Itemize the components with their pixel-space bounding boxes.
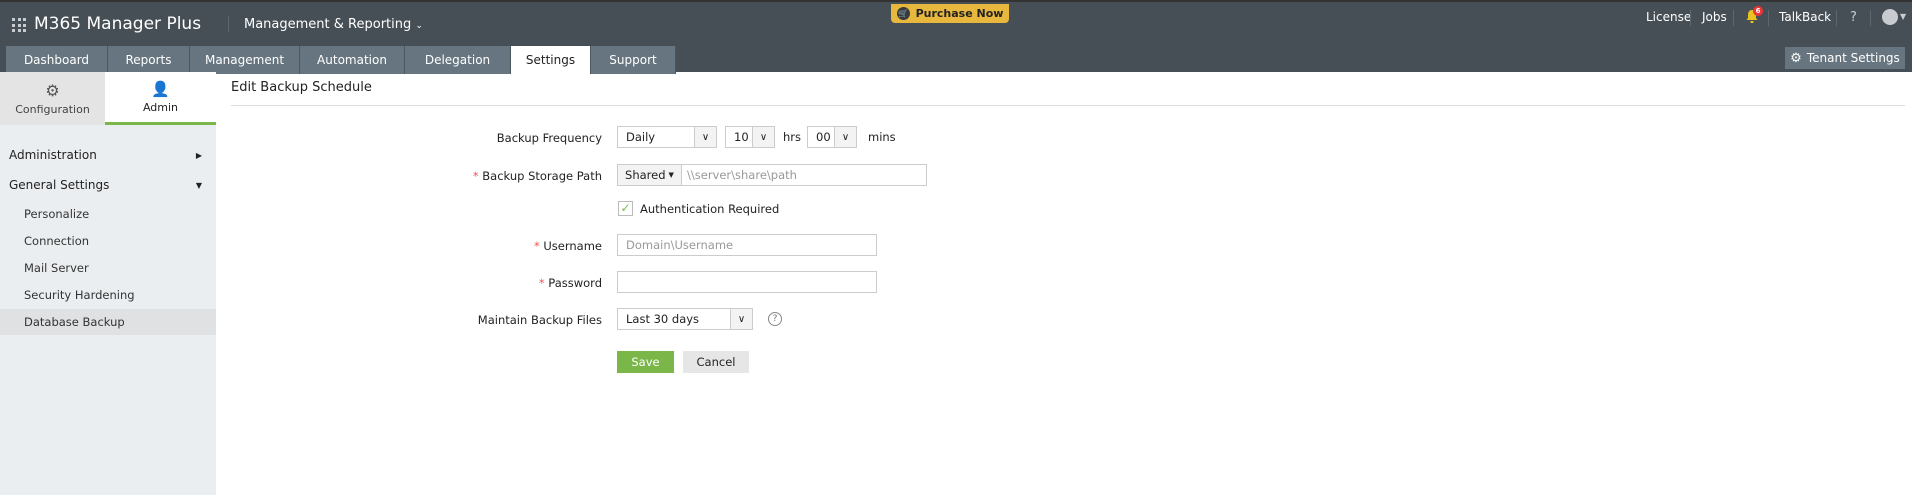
password-label: * Password (302, 276, 602, 290)
admin-label: Admin (142, 101, 179, 114)
cart-icon: 🛒 (896, 7, 910, 20)
section-label: Administration (9, 148, 97, 162)
tab-reports[interactable]: Reports (108, 46, 190, 74)
sidebar-section-general-settings[interactable]: General Settings ▼ (0, 172, 216, 198)
license-link[interactable]: License (1646, 10, 1691, 24)
tab-management[interactable]: Management (190, 46, 300, 74)
cancel-button[interactable]: Cancel (683, 351, 749, 373)
backup-storage-path-label: * Backup Storage Path (302, 169, 602, 183)
backup-frequency-label: Backup Frequency (496, 131, 602, 145)
sidebar-item-security-hardening[interactable]: Security Hardening (0, 282, 216, 308)
sidebar: ⚙ Configuration 👤 Admin Administration ▶ Ge… (0, 72, 216, 495)
maintain-backup-select[interactable]: Last 30 days ∨ (617, 308, 753, 330)
tab-delegation[interactable]: Delegation (405, 46, 511, 74)
minutes-value: 00 (816, 130, 831, 144)
username-label: * Username (302, 239, 602, 253)
module-label: Management & Reporting (244, 17, 412, 32)
gear-icon: ⚙ (45, 81, 60, 100)
configuration-label: Configuration (15, 103, 90, 116)
user-icon: 👤 (151, 80, 170, 98)
required-mark: * (533, 239, 540, 253)
auth-required-checkbox[interactable]: ✓ (618, 201, 633, 216)
tenant-settings-label: Tenant Settings (1806, 51, 1900, 65)
storage-type-value: Shared (625, 168, 666, 182)
talkback-link[interactable]: TalkBack (1779, 10, 1831, 24)
auth-required-label: Authentication Required (640, 202, 780, 216)
hrs-unit: hrs (783, 130, 802, 144)
module-switcher[interactable]: Management & Reporting ⌄ (244, 17, 423, 32)
caret-right-icon: ▶ (195, 150, 202, 160)
section-label: General Settings (9, 178, 110, 192)
chevron-down-icon: ∨ (694, 127, 716, 147)
divider (1836, 10, 1837, 26)
storage-type-dropdown[interactable]: Shared ▼ (618, 165, 682, 185)
jobs-link[interactable]: Jobs (1702, 10, 1727, 24)
page-title: Edit Backup Schedule (231, 80, 372, 95)
chevron-down-icon: ∨ (752, 127, 774, 147)
tab-support[interactable]: Support (591, 46, 676, 74)
required-mark: * (538, 276, 545, 290)
app-logo: M365 Manager Plus (34, 14, 202, 34)
mins-unit: mins (868, 130, 896, 144)
chevron-down-icon: ⌄ (415, 21, 423, 31)
sidebar-tab-admin[interactable]: 👤 Admin (105, 72, 216, 125)
divider (1733, 10, 1734, 26)
frequency-value: Daily (626, 130, 656, 144)
maintain-value: Last 30 days (626, 312, 700, 326)
help-link[interactable]: ? (1850, 10, 1857, 25)
purchase-label: Purchase Now (915, 7, 1004, 20)
main-tabs: Dashboard Reports Management Automation … (6, 46, 676, 74)
tab-settings[interactable]: Settings (511, 46, 591, 74)
divider (1768, 10, 1769, 26)
gear-icon: ⚙ (1790, 50, 1802, 66)
label-text: Username (543, 239, 602, 253)
sidebar-item-database-backup[interactable]: Database Backup (0, 309, 216, 335)
sidebar-section-administration[interactable]: Administration ▶ (0, 142, 216, 168)
storage-path-input[interactable]: \\server\share\path (682, 165, 926, 185)
chevron-down-icon: ∨ (730, 309, 752, 329)
required-mark: * (472, 169, 479, 183)
divider (1690, 10, 1691, 26)
purchase-now-button[interactable]: 🛒 Purchase Now (891, 4, 1009, 23)
sidebar-item-connection[interactable]: Connection (0, 228, 216, 254)
top-bar: M365 Manager Plus Management & Reporting… (0, 0, 1912, 74)
hours-select[interactable]: 10 ∨ (725, 126, 775, 148)
help-icon[interactable]: ? (768, 312, 782, 326)
label-text: Password (548, 276, 602, 290)
sidebar-item-mail-server[interactable]: Mail Server (0, 255, 216, 281)
caret-down-icon: ▼ (668, 171, 674, 179)
hours-value: 10 (734, 130, 749, 144)
caret-down-icon: ▼ (195, 180, 202, 190)
caret-down-icon[interactable]: ▼ (1900, 12, 1906, 21)
tenant-settings-button[interactable]: ⚙ Tenant Settings (1785, 47, 1905, 69)
chevron-down-icon: ∨ (834, 127, 856, 147)
tab-dashboard[interactable]: Dashboard (6, 46, 108, 74)
divider (228, 16, 229, 32)
save-button[interactable]: Save (617, 351, 674, 373)
frequency-select[interactable]: Daily ∨ (617, 126, 717, 148)
notification-badge: 6 (1753, 6, 1763, 16)
minutes-select[interactable]: 00 ∨ (807, 126, 857, 148)
password-input[interactable] (617, 271, 877, 293)
divider (1870, 10, 1871, 26)
app-grid-icon[interactable] (12, 18, 26, 32)
sidebar-item-personalize[interactable]: Personalize (0, 201, 216, 227)
label-text: Backup Storage Path (482, 169, 602, 183)
maintain-backup-files-label: Maintain Backup Files (477, 313, 602, 327)
user-avatar-icon[interactable] (1882, 9, 1898, 25)
divider (231, 105, 1905, 106)
storage-path-group: Shared ▼ \\server\share\path (617, 164, 927, 186)
username-input[interactable]: Domain\Username (617, 234, 877, 256)
sidebar-tab-configuration[interactable]: ⚙ Configuration (0, 72, 105, 125)
tab-automation[interactable]: Automation (300, 46, 405, 74)
